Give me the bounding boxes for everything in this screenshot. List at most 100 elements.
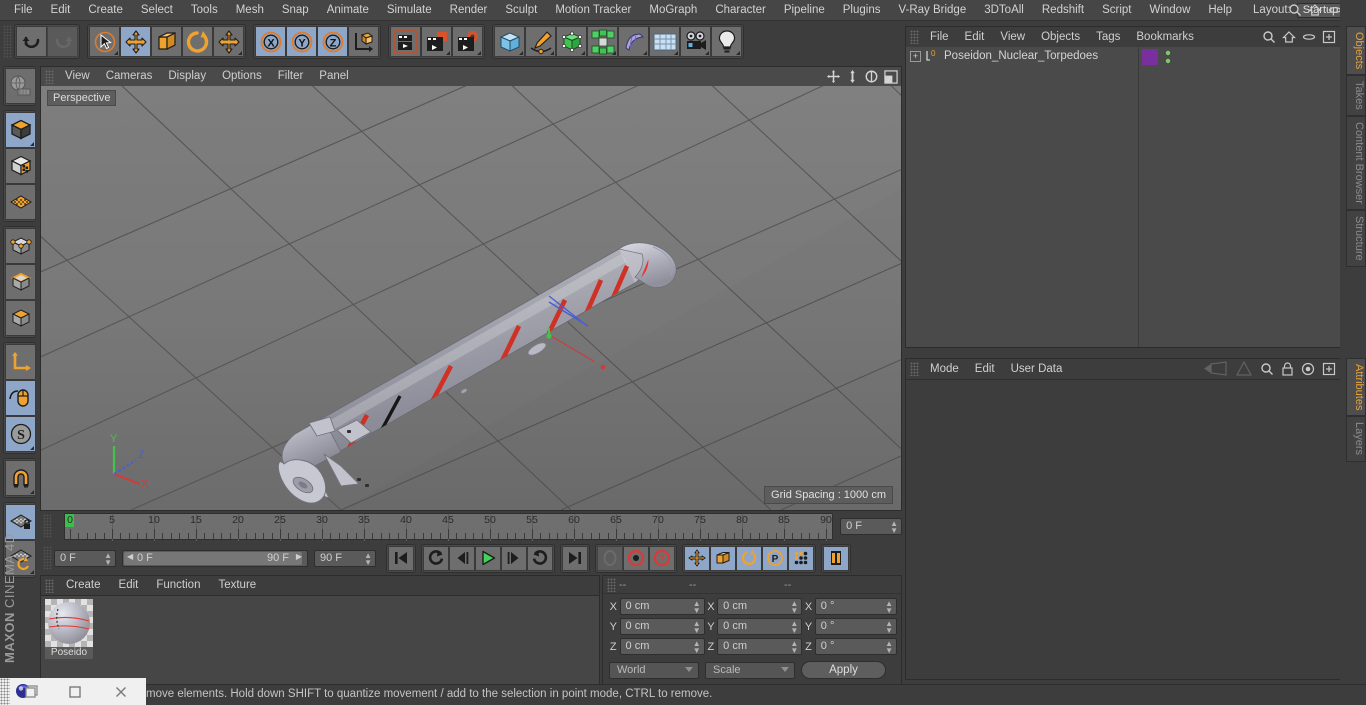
perspective-viewport[interactable]: Perspective Y X Z Grid Spacing : 1000 cm	[41, 86, 901, 510]
menu-item-tools[interactable]: Tools	[182, 0, 227, 21]
menu-item-mode[interactable]: Mode	[922, 359, 967, 379]
previous-key-button[interactable]	[423, 545, 449, 571]
next-frame-button[interactable]	[501, 545, 527, 571]
menu-item-view[interactable]: View	[57, 67, 98, 86]
position-x-field[interactable]: 0 cm ▲ ▼	[619, 598, 705, 615]
menu-item-panel[interactable]: Panel	[311, 67, 356, 86]
dolly-icon[interactable]	[846, 69, 859, 84]
menu-item-snap[interactable]: Snap	[273, 0, 318, 21]
environment-button[interactable]	[649, 26, 680, 57]
ellipse-icon[interactable]	[1302, 30, 1316, 44]
rotate-tool-button[interactable]	[182, 26, 213, 57]
edges-mode-button[interactable]	[5, 264, 36, 300]
menu-item-redshift[interactable]: Redshift	[1033, 0, 1093, 21]
world-object-axis-button[interactable]	[348, 26, 379, 57]
spinner-icon[interactable]: ▲ ▼	[693, 620, 701, 635]
lock-icon[interactable]	[1281, 361, 1294, 376]
menu-item-window[interactable]: Window	[1140, 0, 1199, 21]
menu-item-help[interactable]: Help	[1199, 0, 1241, 21]
attribute-manager-grip[interactable]	[910, 362, 919, 376]
subdivision-surface-button[interactable]	[556, 26, 587, 57]
spinner-icon[interactable]: ▲ ▼	[104, 551, 112, 566]
tab-structure[interactable]: Structure	[1346, 209, 1366, 267]
menu-item-create[interactable]: Create	[57, 576, 110, 595]
cinema4d-app-icon[interactable]	[10, 678, 44, 705]
attribute-content[interactable]	[906, 379, 1340, 679]
position-y-field[interactable]: 0 cm ▲ ▼	[619, 618, 705, 635]
magnet-button[interactable]	[5, 460, 36, 496]
material-list[interactable]: Poseido	[41, 595, 599, 684]
mode-dropdown[interactable]: Scale	[705, 661, 795, 679]
menu-item-function[interactable]: Function	[147, 576, 209, 595]
go-to-start-button[interactable]	[388, 545, 414, 571]
home-icon[interactable]	[1308, 3, 1322, 17]
current-frame-field[interactable]: 0 F ▲ ▼	[840, 518, 902, 535]
cube-primitive-button[interactable]	[494, 26, 525, 57]
point-level-animation-button[interactable]	[788, 545, 814, 571]
menu-item-mograph[interactable]: MoGraph	[640, 0, 706, 21]
size-z-field[interactable]: 0 cm ▲ ▼	[717, 638, 803, 655]
end-frame-field[interactable]: 90 F ▲ ▼	[314, 549, 376, 567]
menu-item-file[interactable]: File	[5, 0, 42, 21]
light-button[interactable]	[711, 26, 742, 57]
menu-item-pipeline[interactable]: Pipeline	[775, 0, 834, 21]
spinner-icon[interactable]: ▲ ▼	[790, 640, 798, 655]
menu-item-bookmarks[interactable]: Bookmarks	[1128, 27, 1202, 47]
timeline-range-slider[interactable]: ◀ 0 F 90 F ▶	[122, 549, 308, 567]
render-settings-button[interactable]	[452, 26, 483, 57]
slider-left-arrow-icon[interactable]: ◀	[127, 552, 133, 561]
play-button[interactable]	[475, 545, 501, 571]
object-tag-dots[interactable]	[1164, 49, 1172, 68]
menu-item-edit[interactable]: Edit	[957, 27, 993, 47]
menu-item-edit[interactable]: Edit	[967, 359, 1003, 379]
spinner-icon[interactable]: ▲ ▼	[885, 640, 893, 655]
menu-item-create[interactable]: Create	[79, 0, 132, 21]
make-editable-button[interactable]	[5, 68, 36, 104]
object-row[interactable]: + 0 Poseidon_Nuclear_Torpedoes	[906, 47, 1138, 65]
axis-modify-button[interactable]	[5, 344, 36, 380]
previous-frame-button[interactable]	[449, 545, 475, 571]
transport-grip[interactable]	[43, 546, 52, 570]
tab-layers[interactable]: Layers	[1346, 416, 1366, 462]
spinner-icon[interactable]: ▲ ▼	[693, 640, 701, 655]
search-icon[interactable]	[1262, 30, 1276, 44]
menu-item-3dtoall[interactable]: 3DToAll	[975, 0, 1033, 21]
autokeying-button[interactable]: ?	[649, 545, 675, 571]
viewport-grip[interactable]	[45, 69, 54, 84]
menu-item-options[interactable]: Options	[214, 67, 270, 86]
keyframe-selection-button[interactable]	[597, 545, 623, 571]
taskbar-grip[interactable]	[0, 678, 10, 705]
pan-icon[interactable]	[826, 69, 841, 84]
nav-up-icon[interactable]	[1235, 361, 1253, 376]
spinner-icon[interactable]: ▲ ▼	[693, 600, 701, 615]
spinner-icon[interactable]: ▲ ▼	[885, 620, 893, 635]
size-x-field[interactable]: 0 cm ▲ ▼	[717, 598, 803, 615]
menu-item-select[interactable]: Select	[132, 0, 182, 21]
menu-item-cameras[interactable]: Cameras	[98, 67, 161, 86]
position-z-field[interactable]: 0 cm ▲ ▼	[619, 638, 705, 655]
menu-item-v-ray-bridge[interactable]: V-Ray Bridge	[889, 0, 975, 21]
move-duplicate-button[interactable]	[213, 26, 244, 57]
menu-item-filter[interactable]: Filter	[270, 67, 312, 86]
slider-right-arrow-icon[interactable]: ▶	[296, 552, 302, 561]
polygons-mode-button[interactable]	[5, 300, 36, 336]
menu-item-display[interactable]: Display	[160, 67, 214, 86]
menu-item-user-data[interactable]: User Data	[1003, 359, 1071, 379]
object-manager-grip[interactable]	[910, 30, 919, 44]
spinner-icon[interactable]: ▲ ▼	[790, 600, 798, 615]
close-window-button[interactable]	[104, 678, 138, 705]
menu-item-texture[interactable]: Texture	[209, 576, 265, 595]
redo-button[interactable]	[47, 26, 78, 57]
axis-y-button[interactable]: Y	[286, 26, 317, 57]
enable-snap-button[interactable]: S	[5, 416, 36, 452]
add-layer-icon[interactable]	[1322, 30, 1336, 44]
nav-back-icon[interactable]	[1202, 361, 1228, 376]
rotation-z-field[interactable]: 0 ° ▲ ▼	[814, 638, 897, 655]
material-grip[interactable]	[45, 578, 54, 593]
go-to-end-button[interactable]	[562, 545, 588, 571]
record-active-objects-button[interactable]	[623, 545, 649, 571]
move-tool-button[interactable]	[120, 26, 151, 57]
spinner-icon[interactable]: ▲ ▼	[790, 620, 798, 635]
menu-item-render[interactable]: Render	[441, 0, 497, 21]
size-y-field[interactable]: 0 cm ▲ ▼	[717, 618, 803, 635]
